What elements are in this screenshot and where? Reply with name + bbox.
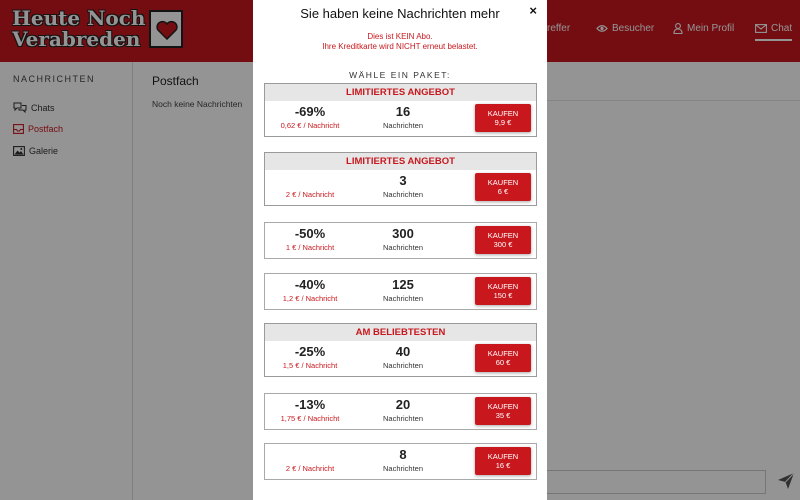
buy-button[interactable]: KAUFEN 9,9 € [475,104,531,132]
buy-button-label: KAUFEN [487,349,519,358]
package-card-125: -40% 1,2 € / Nachricht 125 Nachrichten K… [264,273,537,310]
package-message-count: 16 [395,104,411,119]
package-count-label: Nachrichten [382,243,424,252]
package-unit-price: 2 € / Nachricht [285,190,335,199]
package-discount: -40% [294,277,326,292]
buy-button-price: 35 € [495,411,511,420]
package-message-count: 125 [392,277,414,292]
package-unit-price: 1,5 € / Nachricht [282,361,338,370]
buy-button-price: 9,9 € [494,118,512,127]
buy-button[interactable]: KAUFEN 6 € [475,173,531,201]
package-card-20: -13% 1,75 € / Nachricht 20 Nachrichten K… [264,393,537,430]
package-count-label: Nachrichten [382,121,424,130]
buy-button-label: KAUFEN [487,452,519,461]
package-count-label: Nachrichten [382,414,424,423]
buy-button[interactable]: KAUFEN 150 € [475,277,531,305]
modal-title: Sie haben keine Nachrichten mehr [300,6,500,21]
credit-card-notice: Ihre Kreditkarte wird NICHT erneut belas… [322,42,478,51]
package-unit-price: 1 € / Nachricht [285,243,335,252]
buy-button-label: KAUFEN [487,402,519,411]
package-badge: AM BELIEBTESTEN [265,324,536,341]
package-count-label: Nachrichten [382,464,424,473]
package-card-8: 2 € / Nachricht 8 Nachrichten KAUFEN 16 … [264,443,537,480]
package-discount: -13% [294,397,326,412]
package-discount: -50% [294,226,326,241]
package-badge: LIMITIERTES ANGEBOT [265,153,536,170]
package-unit-price: 1,2 € / Nachricht [282,294,338,303]
close-icon[interactable]: × [529,3,537,18]
package-message-count: 20 [395,397,411,412]
package-badge: LIMITIERTES ANGEBOT [265,84,536,101]
choose-package-label: WÄHLE EIN PAKET: [349,70,451,80]
buy-button-label: KAUFEN [487,109,519,118]
package-discount: -25% [294,344,326,359]
package-unit-price: 1,75 € / Nachricht [280,414,340,423]
package-message-count: 300 [392,226,414,241]
buy-button-price: 16 € [495,461,511,470]
package-unit-price: 0,62 € / Nachricht [280,121,340,130]
package-message-count: 3 [399,173,407,188]
package-message-count: 8 [399,447,407,462]
package-discount: -69% [294,104,326,119]
buy-button[interactable]: KAUFEN 60 € [475,344,531,372]
buy-button[interactable]: KAUFEN 300 € [475,226,531,254]
buy-button-label: KAUFEN [487,178,519,187]
package-card-3: LIMITIERTES ANGEBOT 2 € / Nachricht 3 Na… [264,152,537,206]
package-message-count: 40 [395,344,411,359]
package-count-label: Nachrichten [382,190,424,199]
package-card-16: LIMITIERTES ANGEBOT -69% 0,62 € / Nachri… [264,83,537,137]
buy-button[interactable]: KAUFEN 16 € [475,447,531,475]
buy-button-price: 150 € [493,291,513,300]
no-subscription-notice: Dies ist KEIN Abo. [367,32,433,41]
buy-button-price: 6 € [497,187,509,196]
buy-button-price: 60 € [495,358,511,367]
buy-button-price: 300 € [493,240,513,249]
buy-messages-modal: Sie haben keine Nachrichten mehr × Dies … [253,0,547,500]
package-card-40: AM BELIEBTESTEN -25% 1,5 € / Nachricht 4… [264,323,537,377]
buy-button[interactable]: KAUFEN 35 € [475,397,531,425]
package-unit-price: 2 € / Nachricht [285,464,335,473]
buy-button-label: KAUFEN [487,282,519,291]
package-card-300: -50% 1 € / Nachricht 300 Nachrichten KAU… [264,222,537,259]
buy-button-label: KAUFEN [487,231,519,240]
package-count-label: Nachrichten [382,294,424,303]
package-count-label: Nachrichten [382,361,424,370]
